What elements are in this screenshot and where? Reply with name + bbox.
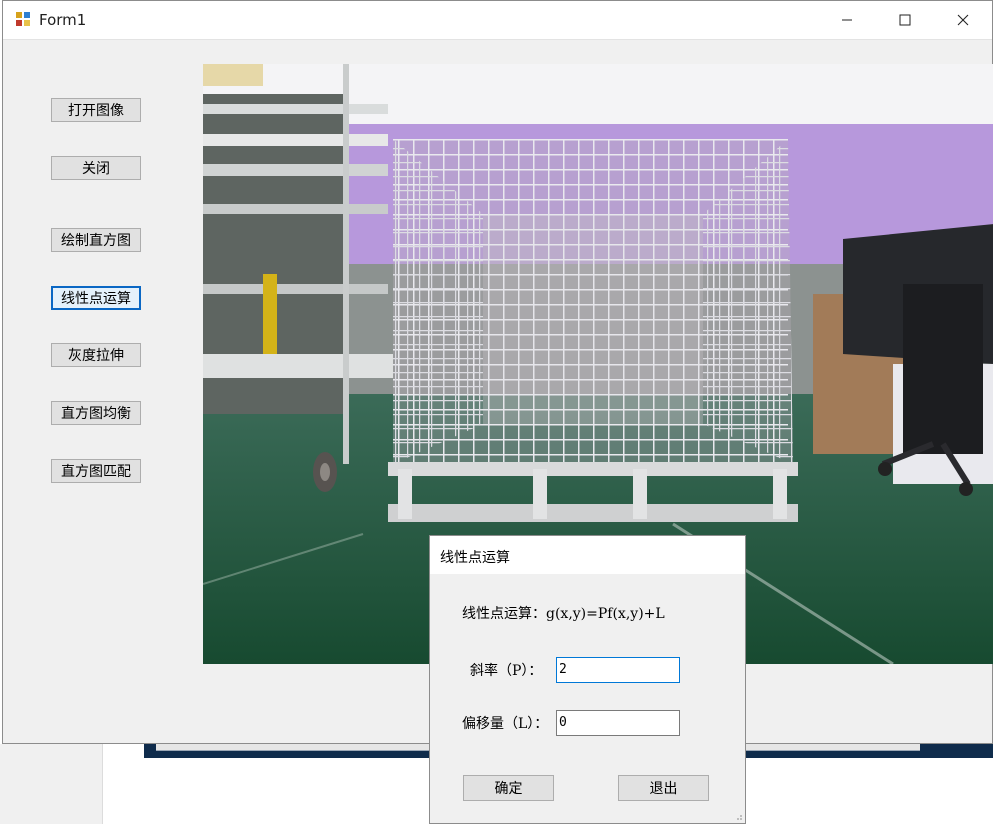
open-image-button[interactable]: 打开图像	[51, 98, 141, 122]
close-button[interactable]	[934, 1, 992, 39]
app-form-icon	[16, 12, 30, 26]
maximize-icon	[899, 14, 911, 26]
exit-button[interactable]: 退出	[618, 775, 709, 801]
maximize-button[interactable]	[876, 1, 934, 39]
draw-histogram-button[interactable]: 绘制直方图	[51, 228, 141, 252]
window-title: Form1	[39, 11, 87, 29]
linear-op-dialog: 线性点运算 线性点运算：g(x,y)=Pf(x,y)+L 斜率（P）： 2 偏移…	[429, 535, 746, 824]
dialog-title-bar: 线性点运算	[430, 536, 745, 574]
close-icon	[957, 14, 969, 26]
gray-stretch-button[interactable]: 灰度拉伸	[51, 343, 141, 367]
slope-input[interactable]: 2	[556, 657, 680, 683]
close-image-button[interactable]: 关闭	[51, 156, 141, 180]
offset-label: 偏移量（L）：	[462, 716, 549, 732]
offset-input[interactable]: 0	[556, 710, 680, 736]
histogram-equalize-button[interactable]: 直方图均衡	[51, 401, 141, 425]
minimize-icon	[842, 19, 852, 21]
linear-point-op-button[interactable]: 线性点运算	[51, 286, 141, 310]
dialog-title: 线性点运算	[440, 550, 510, 566]
ok-button[interactable]: 确定	[463, 775, 554, 801]
resize-grip-icon[interactable]	[733, 811, 743, 821]
slope-label: 斜率（P）：	[470, 663, 543, 679]
histogram-match-button[interactable]: 直方图匹配	[51, 459, 141, 483]
minimize-button[interactable]	[818, 1, 876, 39]
formula-label: 线性点运算：g(x,y)=Pf(x,y)+L	[462, 606, 665, 622]
title-bar: Form1	[3, 1, 992, 40]
desktop-background-panel	[0, 744, 103, 824]
